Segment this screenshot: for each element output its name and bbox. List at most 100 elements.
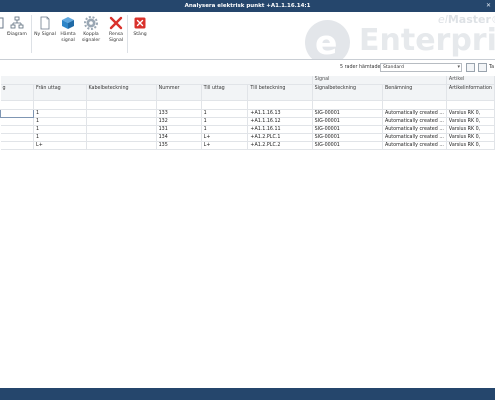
clear-signal-label-2: Signal (108, 37, 124, 43)
diagram-icon (10, 16, 24, 29)
table-cell[interactable] (0, 108, 35, 118)
column-header-row: g Från uttag Kabelbeteckning Nummer Till… (0, 84, 495, 101)
filter-cell[interactable] (0, 100, 35, 110)
clear-signal-label-1: Rensa (109, 32, 123, 37)
table-cell[interactable]: 131 (156, 125, 202, 134)
table-row[interactable]: 1 133 1 +A1.1.16.13 SIG-00001 Automatica… (0, 108, 495, 118)
table-cell[interactable]: Automatically created ... (382, 125, 447, 134)
filter-cell[interactable] (86, 100, 157, 110)
table-cell[interactable]: +A1.1.16.11 (247, 125, 313, 134)
table-cell[interactable] (0, 133, 35, 142)
table-cell[interactable] (0, 117, 35, 126)
filter-cell[interactable] (312, 100, 383, 110)
layout-select-value: Standard (383, 65, 404, 70)
diagram-label: Diagram (7, 32, 27, 37)
filter-bar: 5 rader hämtade Standard ▾ Ta (0, 61, 495, 75)
table-cell[interactable]: 1 (201, 109, 249, 118)
table-cell[interactable]: L+ (201, 141, 249, 150)
col-header[interactable]: Signalbeteckning (312, 84, 383, 101)
table-cell[interactable]: L+ (33, 141, 87, 150)
table-cell[interactable]: SIG-00001 (312, 109, 383, 118)
filter-cell[interactable] (382, 100, 447, 110)
table-cell[interactable] (86, 141, 157, 150)
close-icon (134, 17, 146, 29)
close-button[interactable]: Stäng (127, 16, 153, 38)
rows-fetched-label: 5 rader hämtade (340, 65, 381, 70)
col-header[interactable]: Nummer (156, 84, 202, 101)
table-row[interactable]: 1 132 1 +A1.1.16.12 SIG-00001 Automatica… (0, 117, 495, 126)
table-cell[interactable]: 1 (33, 117, 87, 126)
table-cell[interactable] (0, 141, 35, 150)
table-cell[interactable]: L+ (201, 133, 249, 142)
col-header[interactable]: Artikelinformation (446, 84, 495, 101)
table-cell[interactable]: Automatically created ... (382, 133, 447, 142)
col-header[interactable]: g (0, 84, 35, 101)
clear-signal-button[interactable]: Rensa Signal (103, 16, 129, 43)
connect-signals-button[interactable]: Koppla signaler (78, 16, 104, 43)
clear-x-icon (109, 16, 123, 30)
table-cell[interactable]: Varsius RK 0, (446, 125, 495, 134)
table-cell[interactable] (86, 109, 157, 118)
table-cell[interactable]: 134 (156, 133, 202, 142)
table-cell[interactable]: Automatically created ... (382, 109, 447, 118)
col-header[interactable]: Till beteckning (247, 84, 313, 101)
table-cell[interactable]: Varsius RK 0, (446, 117, 495, 126)
chevron-down-icon: ▾ (457, 64, 460, 70)
col-header[interactable]: Kabelbeteckning (86, 84, 157, 101)
table-cell[interactable]: Varsius RK 0, (446, 109, 495, 118)
table-row[interactable]: L+ 135 L+ +A1.2.PLC.2 SIG-00001 Automati… (0, 141, 495, 150)
table-icon[interactable] (478, 63, 487, 72)
table-cell[interactable]: Varsius RK 0, (446, 141, 495, 150)
table-cell[interactable]: +A1.1.16.13 (247, 109, 313, 118)
close-label: Stäng (133, 32, 147, 37)
table-row[interactable]: 1 131 1 +A1.1.16.11 SIG-00001 Automatica… (0, 125, 495, 134)
table-cell[interactable]: Varsius RK 0, (446, 133, 495, 142)
table-cell[interactable]: Automatically created ... (382, 141, 447, 150)
table-cell[interactable]: 1 (201, 117, 249, 126)
table-cell[interactable] (86, 125, 157, 134)
diagram-button[interactable]: Diagram (4, 16, 30, 38)
group-signal: Signal (312, 76, 447, 85)
table-cell[interactable]: 1 (33, 133, 87, 142)
filter-cell[interactable] (156, 100, 202, 110)
table-cell[interactable]: 1 (201, 125, 249, 134)
table-cell[interactable]: +A1.1.16.12 (247, 117, 313, 126)
table-cell[interactable]: Automatically created ... (382, 117, 447, 126)
table-cell[interactable]: 133 (156, 109, 202, 118)
table-cell[interactable]: +A1.2.PLC.2 (247, 141, 313, 150)
filter-cell[interactable] (446, 100, 495, 110)
connect-signals-label-1: Koppla (83, 32, 99, 37)
table-cell[interactable]: +A1.2.PLC.1 (247, 133, 313, 142)
layout-select[interactable]: Standard ▾ (380, 63, 462, 72)
title-bar: Analysera elektrisk punkt +A1.1.16.14:1 … (0, 0, 495, 12)
status-bar (0, 388, 495, 400)
table-cell[interactable]: 1 (33, 125, 87, 134)
new-signal-label: Ny Signal (34, 32, 56, 37)
filter-cell[interactable] (33, 100, 87, 110)
table-cell[interactable] (86, 117, 157, 126)
filter-row (0, 100, 495, 110)
col-header[interactable]: Till uttag (201, 84, 249, 101)
group-artikel: Artikel (446, 76, 495, 85)
close-window-icon[interactable]: ✕ (486, 2, 491, 9)
signal-grid: Signal Artikel g Från uttag Kabelbeteckn… (0, 76, 495, 150)
filter-cell[interactable] (201, 100, 249, 110)
table-cell[interactable] (86, 133, 157, 142)
table-row[interactable]: 1 134 L+ +A1.2.PLC.1 SIG-00001 Automatic… (0, 133, 495, 142)
table-cell[interactable]: SIG-00001 (312, 125, 383, 134)
col-header[interactable]: Från uttag (33, 84, 87, 101)
table-cell[interactable] (0, 125, 35, 134)
table-cell[interactable]: 135 (156, 141, 202, 150)
table-cell[interactable]: SIG-00001 (312, 141, 383, 150)
new-signal-icon (40, 16, 50, 30)
table-cell[interactable]: 132 (156, 117, 202, 126)
col-header[interactable]: Benämning (382, 84, 447, 101)
grid-settings-icon[interactable] (466, 63, 475, 72)
gear-icon (84, 16, 98, 30)
table-cell[interactable]: SIG-00001 (312, 117, 383, 126)
table-cell[interactable]: 1 (33, 109, 87, 118)
brand-logo: e elMaster® Enterprise (305, 12, 495, 60)
table-cell[interactable]: SIG-00001 (312, 133, 383, 142)
filter-cell[interactable] (247, 100, 313, 110)
brand-e-letter: e (315, 23, 338, 60)
